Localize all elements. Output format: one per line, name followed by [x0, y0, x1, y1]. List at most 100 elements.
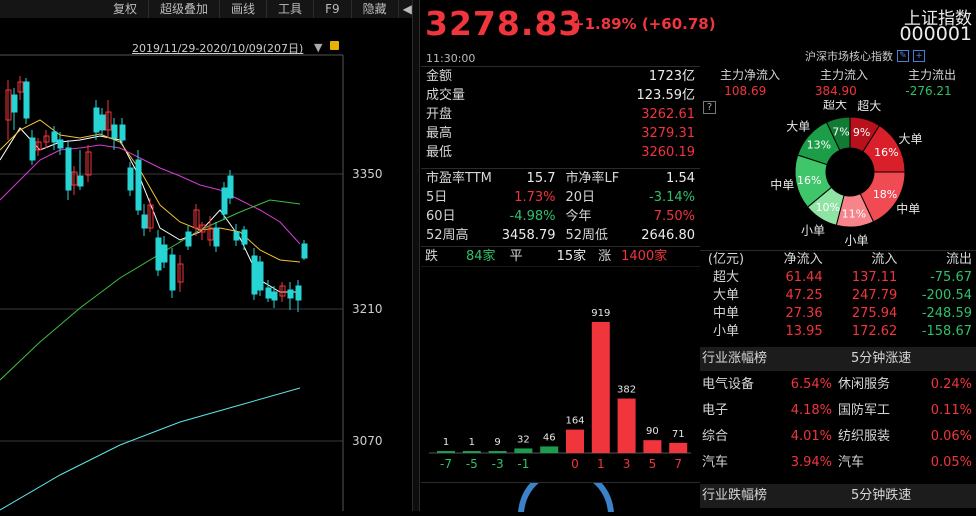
- speed-value: 0.24%: [930, 377, 972, 392]
- industry-value: 4.01%: [790, 429, 832, 444]
- donut-pct-label: 10%: [816, 201, 840, 214]
- candle-body: [111, 124, 118, 139]
- distribution-bar-value: 164: [565, 416, 584, 427]
- stat-row-low: 最低 3260.19: [421, 143, 700, 162]
- candle-body: [213, 227, 220, 247]
- candlesticks: [5, 76, 308, 312]
- distribution-bin-label: 7: [674, 457, 682, 471]
- list-item[interactable]: 汽车 3.94% 汽车 0.05%: [700, 450, 976, 476]
- stat-row-high: 最高 3279.31: [421, 124, 700, 143]
- candle-body: [77, 175, 84, 187]
- add-icon[interactable]: +: [913, 50, 925, 62]
- candle-body: [65, 147, 72, 191]
- toolbar-draw-line[interactable]: 画线: [220, 0, 268, 18]
- candle-body: [57, 139, 64, 149]
- flow-headers: 主力净流入 主力流入 主力流出: [700, 66, 976, 83]
- distribution-bar-value: 1: [443, 437, 449, 448]
- list-item[interactable]: 电气设备 6.54% 休闲服务 0.24%: [700, 372, 976, 398]
- donut-category-label: 大单: [898, 132, 922, 146]
- distribution-bars: 1 -7 1 -5 9 -3 32 -1 46 164 0 919 1 382 3 90 5 71 7: [429, 308, 691, 471]
- list-item[interactable]: 电子 4.18% 国防军工 0.11%: [700, 398, 976, 424]
- donut-pct-label: 11%: [842, 207, 866, 220]
- row-net: 47.25: [785, 288, 823, 303]
- table-row: 超大 61.44 137.11 -75.67: [700, 269, 976, 287]
- price-change: +1.89% (+60.78): [572, 15, 716, 33]
- stat-label: 成交量: [426, 88, 466, 103]
- tab-industry-losers[interactable]: 行业跌幅榜: [700, 484, 827, 508]
- candle-body: [241, 229, 248, 245]
- donut-hole: [827, 149, 873, 195]
- up-label: 涨: [598, 249, 612, 264]
- toolbar-tools[interactable]: 工具: [267, 0, 315, 18]
- tab-industry-gainers[interactable]: 行业涨幅榜: [700, 347, 827, 371]
- stat-value: 1.54: [666, 171, 695, 186]
- donut-category-label: 中单: [770, 177, 794, 192]
- row-label: 大单: [712, 288, 739, 303]
- donut-pct-label: 16%: [874, 146, 898, 159]
- distribution-bar: [669, 442, 688, 453]
- candle-body: [257, 261, 264, 291]
- speed-value: 0.11%: [930, 403, 972, 418]
- distribution-bin-label: -1: [517, 457, 529, 471]
- flow-table: (亿元) 净流入 流入 流出 超大 61.44 137.11 -75.67 大单 47.…: [700, 250, 976, 341]
- industry-loss-header[interactable]: 行业跌幅榜 5分钟跌速: [700, 484, 976, 508]
- distribution-bin-label: 5: [649, 457, 657, 471]
- donut-category-label: 小单: [801, 223, 825, 237]
- row-label: 超大: [712, 270, 739, 285]
- donut-category-label: 小单: [844, 234, 868, 248]
- toolbar-f9[interactable]: F9: [314, 0, 352, 18]
- quote-time: 11:30:00: [426, 52, 476, 65]
- distribution-bar: [617, 398, 636, 453]
- distribution-bar-value: 1: [469, 437, 475, 448]
- candle-body: [127, 167, 134, 191]
- candle-body: [99, 114, 106, 131]
- col-unit: (亿元): [707, 252, 745, 267]
- row-out: -200.54: [921, 288, 973, 303]
- candle-body: [221, 187, 228, 215]
- toolbar-restore-rights[interactable]: 复权: [0, 0, 150, 18]
- distribution-bar-value: 32: [517, 434, 530, 445]
- industry-value: 4.18%: [790, 403, 832, 418]
- list-item[interactable]: 综合 4.01% 纺织服装 0.06%: [700, 424, 976, 450]
- candle-body: [23, 81, 30, 119]
- donut-pct-label: 16%: [797, 174, 821, 187]
- chart-toolbar: 复权 超级叠加 画线 工具 F9 隐藏 ◀: [0, 0, 412, 18]
- edit-icon[interactable]: ✎: [897, 50, 909, 62]
- panel-divider[interactable]: [412, 0, 420, 511]
- lock-icon[interactable]: [330, 41, 339, 50]
- candle-body: [185, 231, 192, 247]
- stat-label: 最高: [426, 126, 453, 141]
- speed-name: 休闲服务: [838, 377, 891, 392]
- down-label: 跌: [425, 249, 439, 264]
- speed-value: 0.05%: [930, 455, 972, 470]
- tab-5min-speed-down[interactable]: 5分钟跌速: [827, 484, 976, 508]
- distribution-bar: [462, 451, 481, 453]
- stat-row-valuation: 市盈率TTM 15.7 市净率LF 1.54: [421, 169, 700, 188]
- candle-body: [287, 289, 294, 299]
- kline-chart[interactable]: 3350 3210 3070: [0, 18, 412, 511]
- candle-body: [271, 291, 278, 301]
- row-net: 13.95: [785, 324, 823, 339]
- gauge-arc: [518, 467, 614, 516]
- stat-label: 开盘: [426, 107, 453, 122]
- stat-row-open: 开盘 3262.61: [421, 105, 700, 124]
- stat-row-returns-short: 5日 1.73% 20日 -3.14%: [421, 188, 700, 207]
- row-label: 中单: [712, 306, 739, 321]
- stat-label: 60日: [426, 209, 456, 224]
- table-row: 中单 27.36 275.94 -248.59: [700, 305, 976, 323]
- donut-category-label: 超大: [857, 100, 881, 113]
- flow-table-header: (亿元) 净流入 流入 流出: [700, 251, 976, 269]
- toolbar-hide[interactable]: 隐藏: [352, 0, 399, 18]
- industry-gain-header[interactable]: 行业涨幅榜 5分钟涨速: [700, 347, 976, 371]
- date-range-label[interactable]: 2019/11/29-2020/10/09(207日): [132, 40, 303, 56]
- tab-5min-speed-up[interactable]: 5分钟涨速: [827, 347, 976, 371]
- range-dropdown-icon[interactable]: ▼: [314, 41, 322, 54]
- row-net: 27.36: [785, 306, 823, 321]
- speed-name: 汽车: [838, 455, 865, 470]
- row-out: -75.67: [930, 270, 973, 285]
- fund-flow-donut: 9%超大16%大单18%中单11%小单10%小单16%中单13%大单 7%超大: [770, 100, 922, 248]
- index-code: 000001: [899, 23, 972, 45]
- distribution-bar: [540, 446, 559, 453]
- toolbar-super-overlay[interactable]: 超级叠加: [149, 0, 221, 18]
- stat-row-returns-long: 60日 -4.98% 今年 7.50%: [421, 207, 700, 226]
